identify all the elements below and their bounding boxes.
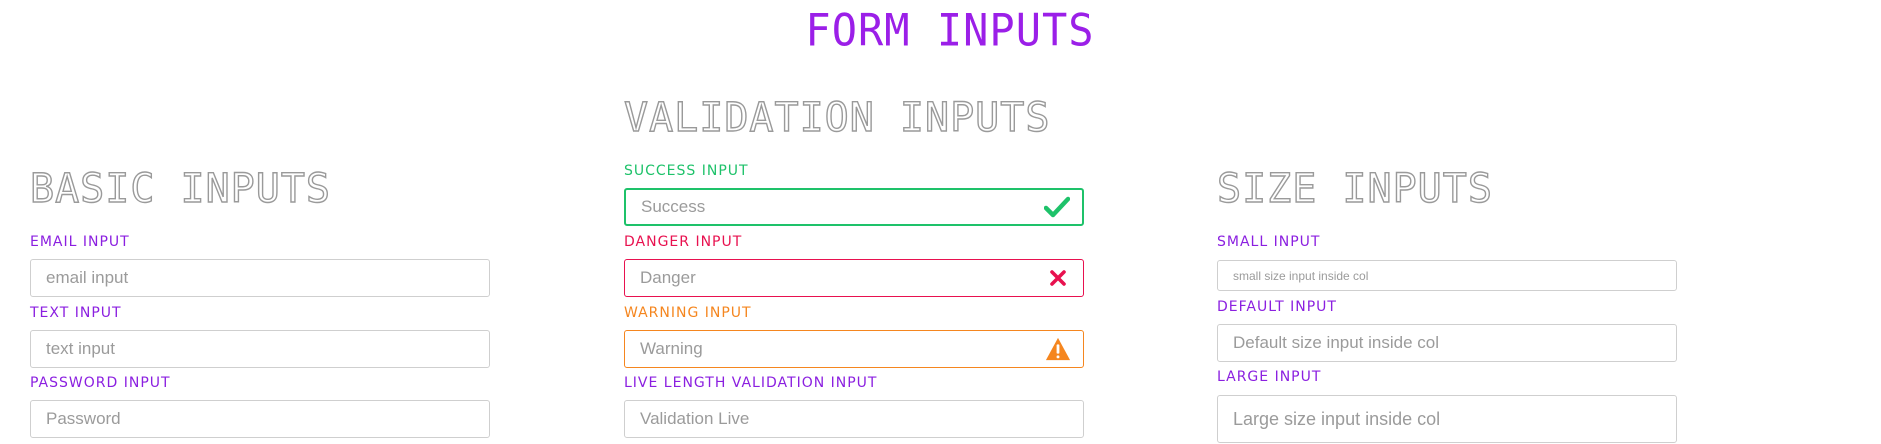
- password-input-label: PASSWORD INPUT: [30, 375, 171, 391]
- danger-input[interactable]: [625, 260, 1083, 296]
- email-input-label: EMAIL INPUT: [30, 234, 130, 250]
- success-input[interactable]: [626, 190, 1082, 224]
- live-validation-field-wrapper: [624, 400, 1084, 438]
- small-input-label: SMALL INPUT: [1217, 234, 1321, 250]
- text-field-wrapper: [30, 330, 490, 368]
- default-input[interactable]: [1218, 325, 1676, 361]
- password-input[interactable]: [31, 401, 489, 437]
- validation-inputs-title: VALIDATION INPUTS: [623, 94, 1051, 141]
- warning-input[interactable]: [625, 331, 1083, 367]
- large-input-label: LARGE INPUT: [1217, 369, 1322, 385]
- success-input-label: SUCCESS INPUT: [624, 163, 749, 179]
- large-input[interactable]: [1218, 396, 1676, 442]
- warning-triangle-icon: [1045, 336, 1071, 362]
- live-validation-input[interactable]: [625, 401, 1083, 437]
- password-field-wrapper: [30, 400, 490, 438]
- small-input[interactable]: [1218, 261, 1676, 290]
- email-field-wrapper: [30, 259, 490, 297]
- warning-input-label: WARNING INPUT: [624, 305, 752, 321]
- warning-field-wrapper: [624, 330, 1084, 368]
- size-inputs-title: SIZE INPUTS: [1216, 165, 1493, 212]
- email-input[interactable]: [31, 260, 489, 296]
- default-field-wrapper: [1217, 324, 1677, 362]
- basic-inputs-title: BASIC INPUTS: [29, 165, 331, 212]
- default-input-label: DEFAULT INPUT: [1217, 299, 1337, 315]
- large-field-wrapper: [1217, 395, 1677, 443]
- checkmark-icon: [1044, 194, 1070, 220]
- x-icon: [1045, 265, 1071, 291]
- danger-field-wrapper: [624, 259, 1084, 297]
- text-input[interactable]: [31, 331, 489, 367]
- live-validation-input-label: LIVE LENGTH VALIDATION INPUT: [624, 375, 878, 391]
- text-input-label: TEXT INPUT: [30, 305, 122, 321]
- success-field-wrapper: [624, 188, 1084, 226]
- danger-input-label: DANGER INPUT: [624, 234, 743, 250]
- small-field-wrapper: [1217, 260, 1677, 291]
- page-title: FORM INPUTS: [805, 4, 1095, 57]
